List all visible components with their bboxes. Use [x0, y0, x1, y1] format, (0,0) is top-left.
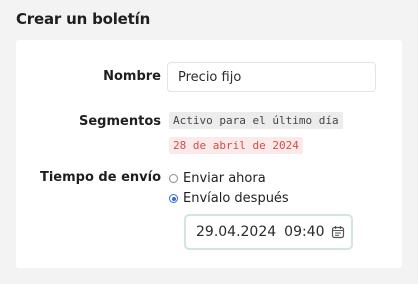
name-label: Nombre	[103, 69, 161, 84]
calendar-icon[interactable]	[331, 225, 345, 239]
send-time-label: Tiempo de envío	[39, 170, 161, 185]
send-later-radio[interactable]	[169, 194, 178, 203]
send-now-radio[interactable]	[169, 174, 178, 183]
send-later-label[interactable]: Envíalo después	[183, 191, 289, 206]
name-input-value: Precio fijo	[178, 69, 242, 85]
segment-tag[interactable]: Activo para el último día	[169, 112, 343, 129]
name-input[interactable]: Precio fijo	[167, 62, 376, 92]
send-now-option[interactable]: Enviar ahora	[169, 171, 266, 186]
datetime-input[interactable]: 29.04.2024 09:40	[184, 214, 353, 250]
date-value: 29.04.2024	[196, 224, 277, 240]
segments-label: Segmentos	[79, 114, 161, 129]
send-later-option[interactable]: Envíalo después	[169, 191, 289, 206]
time-value: 09:40	[284, 224, 325, 240]
page-title: Crear un boletín	[16, 10, 151, 28]
segment-date-tag[interactable]: 28 de abril de 2024	[169, 137, 303, 154]
send-now-label[interactable]: Enviar ahora	[183, 171, 266, 186]
